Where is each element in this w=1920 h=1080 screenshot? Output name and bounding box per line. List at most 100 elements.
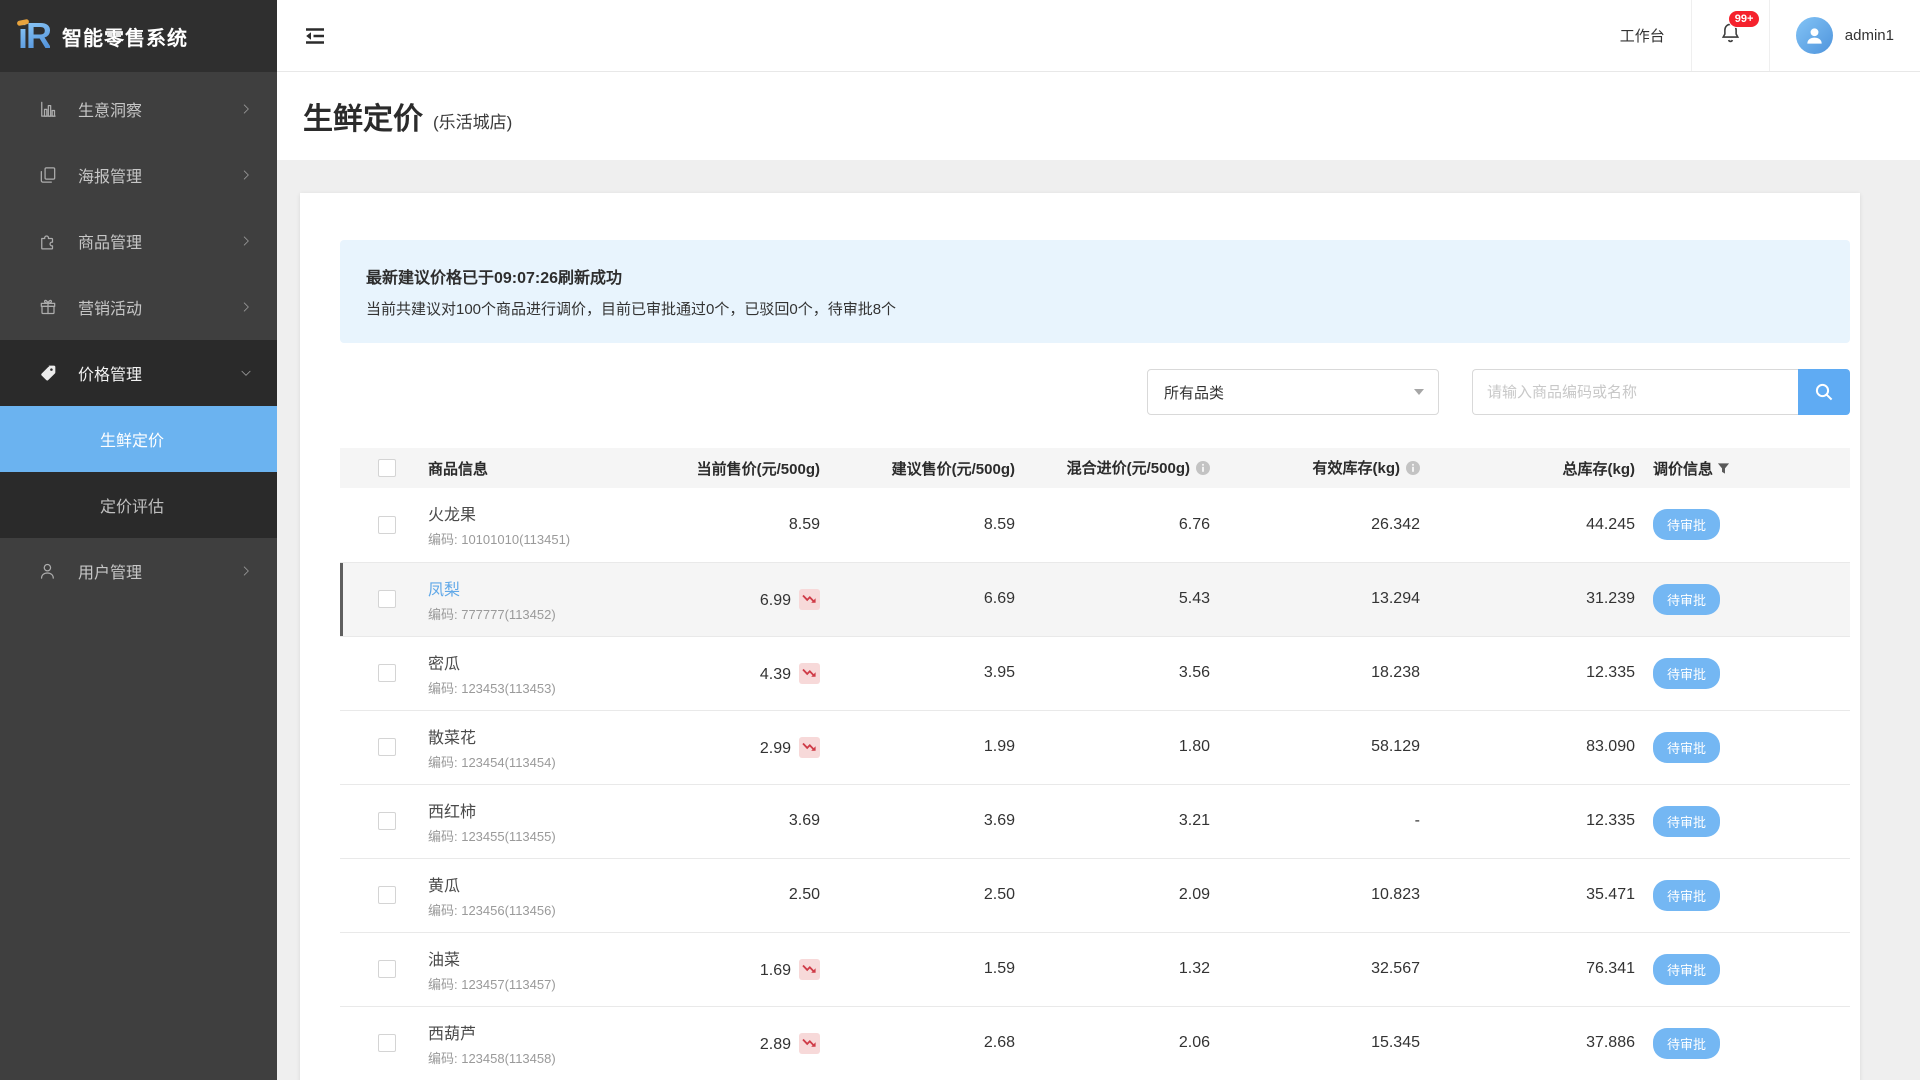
main-content: 生鲜定价 (乐活城店) 最新建议价格已于09:07:26刷新成功 当前共建议对1… [277, 72, 1920, 1080]
product-name: 密瓜 [428, 650, 637, 674]
status-badge[interactable]: 待审批 [1653, 732, 1720, 763]
current-price: 1.69 [760, 962, 791, 979]
product-name[interactable]: 凤梨 [428, 576, 637, 600]
product-code: 编码: 123453(113453) [428, 678, 637, 697]
workbench-link[interactable]: 工作台 [1620, 25, 1665, 46]
total-stock: 12.335 [1422, 636, 1637, 710]
mixed-cost: 2.06 [1017, 1006, 1212, 1080]
row-checkbox[interactable] [378, 590, 396, 608]
sidebar-item-label: 海报管理 [78, 163, 142, 187]
suggested-price: 3.69 [822, 784, 1017, 858]
mixed-cost: 1.32 [1017, 932, 1212, 1006]
column-header-label: 调价信息 [1653, 461, 1713, 478]
chevron-right-icon [239, 300, 253, 314]
select-all-cell [340, 448, 402, 488]
info-icon[interactable] [1196, 461, 1210, 479]
select-all-checkbox[interactable] [378, 459, 396, 477]
sidebar-subitem-label: 定价评估 [100, 493, 164, 517]
sidebar-item-user-management[interactable]: 用户管理 [0, 538, 277, 604]
sidebar-item-label: 商品管理 [78, 229, 142, 253]
banner-summary: 当前共建议对100个商品进行调价，目前已审批通过0个，已驳回0个，待审批8个 [366, 298, 1824, 319]
status-badge[interactable]: 待审批 [1653, 658, 1720, 689]
sidebar-item-marketing-campaign[interactable]: 营销活动 [0, 274, 277, 340]
effective-stock: 26.342 [1212, 488, 1422, 562]
column-header[interactable]: 调价信息 [1637, 448, 1850, 488]
sidebar-item-product-management[interactable]: 商品管理 [0, 208, 277, 274]
product-code: 编码: 777777(113452) [428, 604, 637, 623]
row-checkbox[interactable] [378, 516, 396, 534]
row-checkbox[interactable] [378, 812, 396, 830]
sidebar-subitem-label: 生鲜定价 [100, 427, 164, 451]
total-stock: 44.245 [1422, 488, 1637, 562]
row-checkbox[interactable] [378, 886, 396, 904]
table-row: 西葫芦 编码: 123458(113458)2.892.682.0615.345… [340, 1006, 1850, 1080]
table-row: 密瓜 编码: 123453(113453)4.393.953.5618.2381… [340, 636, 1850, 710]
pricing-table: 商品信息当前售价(元/500g)建议售价(元/500g)混合进价(元/500g)… [340, 448, 1850, 1080]
gift-icon [38, 297, 58, 317]
sidebar-item-label: 生意洞察 [78, 97, 142, 121]
total-stock: 35.471 [1422, 858, 1637, 932]
content-card: 最新建议价格已于09:07:26刷新成功 当前共建议对100个商品进行调价，目前… [300, 193, 1860, 1080]
total-stock: 76.341 [1422, 932, 1637, 1006]
table-header-row: 商品信息当前售价(元/500g)建议售价(元/500g)混合进价(元/500g)… [340, 448, 1850, 488]
product-name: 西葫芦 [428, 1020, 637, 1044]
search-input[interactable] [1472, 369, 1798, 415]
product-code: 编码: 123455(113455) [428, 826, 637, 845]
trend-down-icon [799, 589, 820, 610]
info-icon[interactable] [1406, 461, 1420, 479]
effective-stock: - [1212, 784, 1422, 858]
total-stock: 31.239 [1422, 562, 1637, 636]
current-price: 8.59 [789, 516, 820, 533]
suggested-price: 1.99 [822, 710, 1017, 784]
effective-stock: 18.238 [1212, 636, 1422, 710]
column-header: 混合进价(元/500g) [1017, 448, 1212, 488]
total-stock: 12.335 [1422, 784, 1637, 858]
effective-stock: 15.345 [1212, 1006, 1422, 1080]
filter-bar: 所有品类 [340, 369, 1850, 415]
row-checkbox[interactable] [378, 1034, 396, 1052]
sidebar-item-poster-management[interactable]: 海报管理 [0, 142, 277, 208]
trend-down-icon [799, 1033, 820, 1054]
row-checkbox[interactable] [378, 664, 396, 682]
user-avatar[interactable] [1796, 17, 1833, 54]
product-code: 编码: 123458(113458) [428, 1048, 637, 1067]
sidebar-subitem-pricing-evaluation[interactable]: 定价评估 [0, 472, 277, 538]
status-badge[interactable]: 待审批 [1653, 584, 1720, 615]
status-badge[interactable]: 待审批 [1653, 880, 1720, 911]
mixed-cost: 3.21 [1017, 784, 1212, 858]
search-button[interactable] [1798, 369, 1850, 415]
suggested-price: 2.50 [822, 858, 1017, 932]
sidebar-item-business-insight[interactable]: 生意洞察 [0, 76, 277, 142]
notification-bell-icon[interactable]: 99+ [1718, 21, 1743, 51]
sidebar-menu: 生意洞察海报管理商品管理营销活动价格管理生鲜定价定价评估用户管理 [0, 72, 277, 604]
table-body: 火龙果 编码: 10101010(113451)8.598.596.7626.3… [340, 488, 1850, 1080]
app-title: 智能零售系统 [62, 22, 188, 51]
category-select[interactable]: 所有品类 [1147, 369, 1439, 415]
row-checkbox[interactable] [378, 960, 396, 978]
banner-refresh-status: 最新建议价格已于09:07:26刷新成功 [366, 264, 1824, 288]
status-badge[interactable]: 待审批 [1653, 806, 1720, 837]
current-price: 2.99 [760, 740, 791, 757]
logo-icon: iR [18, 18, 50, 54]
current-price: 2.50 [789, 886, 820, 903]
status-badge[interactable]: 待审批 [1653, 509, 1720, 540]
menu-fold-icon[interactable] [295, 16, 335, 56]
sidebar-subitem-fresh-pricing[interactable]: 生鲜定价 [0, 406, 277, 472]
sidebar-item-price-management[interactable]: 价格管理 [0, 340, 277, 406]
product-name: 火龙果 [428, 501, 637, 525]
mixed-cost: 1.80 [1017, 710, 1212, 784]
product-name: 油菜 [428, 946, 637, 970]
filter-funnel-icon[interactable] [1717, 462, 1730, 479]
product-code: 编码: 123456(113456) [428, 900, 637, 919]
status-badge[interactable]: 待审批 [1653, 954, 1720, 985]
column-header-label: 总库存(kg) [1563, 461, 1636, 478]
status-badge[interactable]: 待审批 [1653, 1028, 1720, 1059]
notification-badge: 99+ [1728, 10, 1761, 28]
row-checkbox[interactable] [378, 738, 396, 756]
chevron-down-icon [239, 366, 253, 380]
username-label[interactable]: admin1 [1845, 27, 1894, 44]
column-header-label: 建议售价(元/500g) [892, 461, 1015, 478]
column-header: 建议售价(元/500g) [822, 448, 1017, 488]
total-stock: 37.886 [1422, 1006, 1637, 1080]
mixed-cost: 3.56 [1017, 636, 1212, 710]
